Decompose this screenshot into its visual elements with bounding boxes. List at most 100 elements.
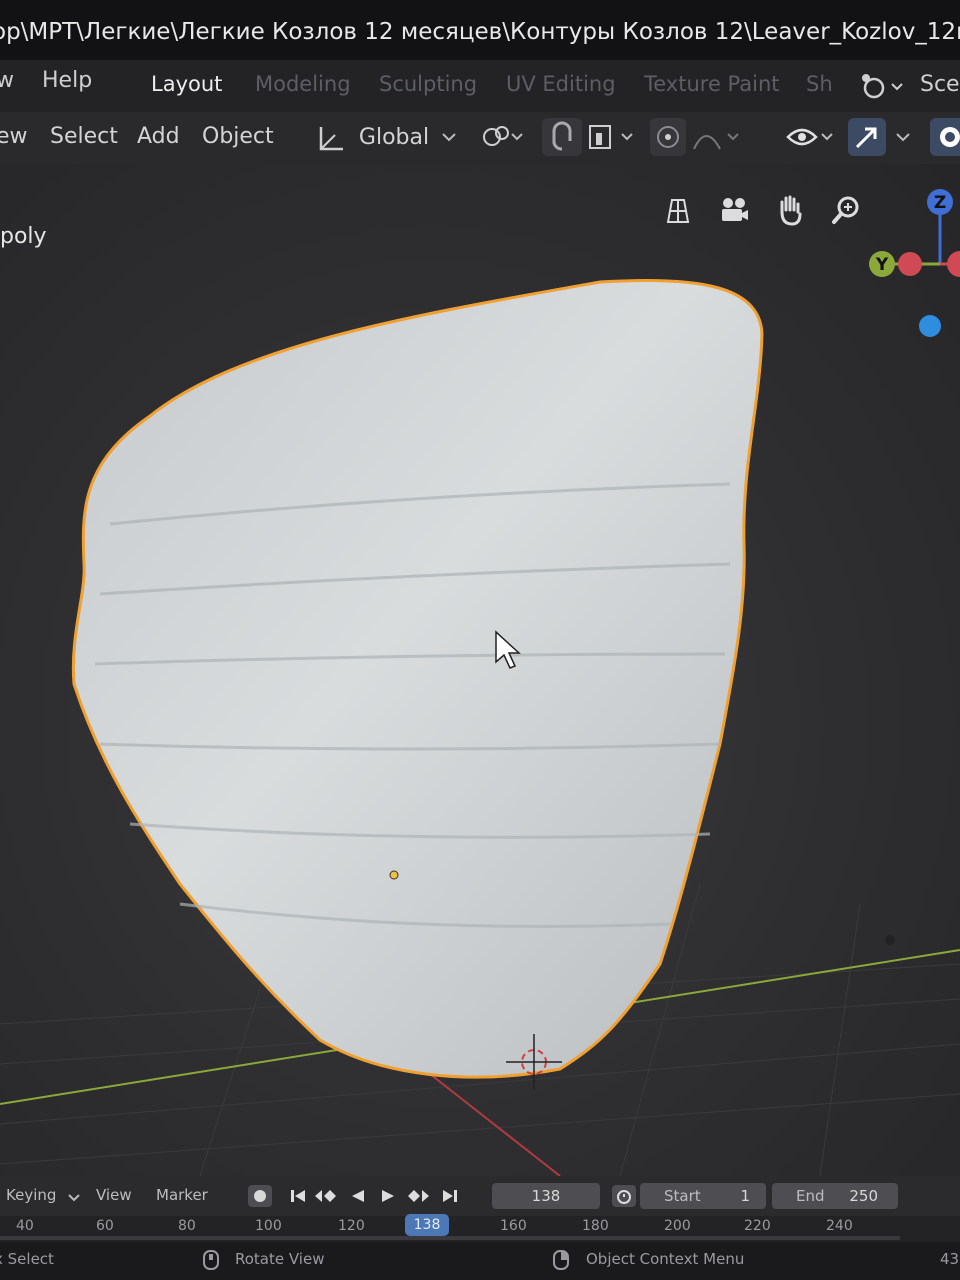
gizmo-y-label: Y <box>875 255 889 275</box>
status-hint-select: x Select <box>0 1250 54 1268</box>
snap-target-dropdown[interactable] <box>586 118 638 156</box>
viewport-mode-label: poly <box>0 224 47 249</box>
timeline-menu-marker[interactable]: Marker <box>156 1186 208 1204</box>
timeline-scrollbar[interactable] <box>0 1236 900 1240</box>
tab-modeling[interactable]: Modeling <box>255 72 351 96</box>
playhead-frame-badge[interactable]: 138 <box>405 1214 449 1236</box>
hand-icon <box>780 195 802 226</box>
jump-to-keyframe-forward-button[interactable] <box>406 1185 430 1207</box>
play-icon <box>382 1190 394 1202</box>
menu-view[interactable]: ew <box>0 124 28 149</box>
tab-shading[interactable]: Sh <box>806 72 833 96</box>
chevron-down-icon <box>68 1194 80 1202</box>
menu-object[interactable]: Object <box>202 124 274 149</box>
proportional-editing-toggle[interactable] <box>650 118 686 156</box>
end-frame-value: 250 <box>849 1187 878 1205</box>
visibility-dropdown[interactable] <box>784 118 836 156</box>
orientation-icon <box>319 127 343 151</box>
prev-keyframe-icon <box>315 1190 336 1202</box>
3d-viewport[interactable]: poly Z Y <box>0 164 960 1176</box>
ruler-tick: 240 <box>826 1218 853 1234</box>
tab-texture-paint[interactable]: Texture Paint <box>644 72 780 96</box>
overlays-icon <box>940 127 960 147</box>
end-frame-label: End <box>796 1187 825 1205</box>
gizmo-dropdown[interactable] <box>890 118 916 156</box>
scene-selector-button[interactable] <box>856 68 906 104</box>
proportional-falloff-dropdown[interactable] <box>690 118 742 156</box>
tab-layout[interactable]: Layout <box>151 72 222 96</box>
gizmo-toggle[interactable] <box>848 118 886 156</box>
ruler-tick: 100 <box>255 1218 282 1234</box>
play-button[interactable] <box>376 1185 400 1207</box>
status-hint-context-menu: Object Context Menu <box>586 1250 745 1268</box>
snap-toggle[interactable] <box>542 118 582 156</box>
transform-orientation-dropdown[interactable]: Global <box>312 118 462 156</box>
tab-sculpting[interactable]: Sculpting <box>379 72 477 96</box>
auto-keying-button[interactable] <box>248 1185 272 1207</box>
proportional-edit-icon <box>657 126 679 148</box>
scene-name[interactable]: Scer <box>920 72 960 97</box>
ruler-tick: 160 <box>500 1218 527 1234</box>
eye-icon <box>786 128 833 146</box>
ruler-tick: 200 <box>664 1218 691 1234</box>
snap-increment-icon <box>589 125 633 149</box>
menu-help[interactable]: Help <box>42 68 92 93</box>
jump-to-keyframe-back-button[interactable] <box>314 1185 338 1207</box>
chevron-down-icon <box>442 133 456 142</box>
ruler-tick: 220 <box>744 1218 771 1234</box>
object-origin <box>389 870 399 880</box>
window-titlebar: op\MPT\Легкие\Легкие Козлов 12 месяцев\К… <box>0 0 960 60</box>
start-frame-field[interactable]: Start 1 <box>640 1183 766 1209</box>
end-frame-field[interactable]: End 250 <box>772 1183 898 1209</box>
pivot-icon <box>483 126 523 146</box>
dust-spot <box>885 935 895 945</box>
next-keyframe-icon <box>408 1190 429 1202</box>
ruler-tick: 180 <box>582 1218 609 1234</box>
jump-to-start-button[interactable] <box>286 1185 310 1207</box>
jump-end-icon <box>443 1190 457 1202</box>
magnet-icon <box>552 121 572 151</box>
menu-select[interactable]: Select <box>50 124 118 149</box>
top-menubar: w Help Layout Modeling Sculpting UV Edit… <box>0 60 960 112</box>
timeline-ruler[interactable]: 40 60 80 100 120 138 160 180 200 220 240 <box>0 1214 960 1242</box>
status-version: 43 <box>940 1250 960 1268</box>
magnifier-icon <box>832 196 859 224</box>
lung-mesh[interactable] <box>71 278 764 1079</box>
gizmo-arrow-icon <box>855 127 877 149</box>
pan-view-button[interactable] <box>770 190 810 230</box>
record-icon <box>254 1190 266 1202</box>
ruler-tick: 120 <box>338 1218 365 1234</box>
viewport-header: ew Select Add Object Global <box>0 112 960 164</box>
pivot-point-dropdown[interactable] <box>478 118 528 156</box>
ruler-tick: 60 <box>96 1218 114 1234</box>
mouse-middle-icon <box>203 1250 219 1270</box>
jump-to-end-button[interactable] <box>438 1185 462 1207</box>
orientation-label: Global <box>358 124 430 150</box>
status-bar: x Select Rotate View Object Context Menu… <box>0 1242 960 1280</box>
play-reverse-icon <box>352 1190 364 1202</box>
timeline-header: Keying View Marker 138 Start 1 End 250 <box>0 1176 960 1216</box>
overlays-toggle[interactable] <box>930 118 960 156</box>
grid-perspective-icon <box>666 199 690 223</box>
chevron-down-icon <box>896 133 910 142</box>
tab-uv-editing[interactable]: UV Editing <box>506 72 616 96</box>
start-frame-value: 1 <box>740 1187 750 1205</box>
timeline-menu-view[interactable]: View <box>96 1186 132 1204</box>
play-reverse-button[interactable] <box>346 1185 370 1207</box>
ruler-tick: 40 <box>16 1218 34 1234</box>
falloff-curve-icon <box>693 133 739 150</box>
camera-view-button[interactable] <box>714 190 754 230</box>
current-frame-field[interactable]: 138 <box>492 1183 600 1209</box>
scene-icon <box>862 74 903 99</box>
toggle-camera-perspective-button[interactable] <box>658 190 698 230</box>
mouse-right-icon <box>553 1250 569 1270</box>
timeline-menu-keying[interactable]: Keying <box>6 1186 56 1204</box>
menu-add[interactable]: Add <box>137 124 180 149</box>
window-title: op\MPT\Легкие\Легкие Козлов 12 месяцев\К… <box>0 19 960 45</box>
gizmo-z-label: Z <box>934 193 946 213</box>
navigation-gizmo[interactable]: Z Y <box>860 184 960 364</box>
jump-start-icon <box>291 1190 305 1202</box>
menu-window[interactable]: w <box>0 68 14 93</box>
camera-icon <box>722 198 748 221</box>
preview-range-toggle[interactable] <box>612 1185 636 1207</box>
